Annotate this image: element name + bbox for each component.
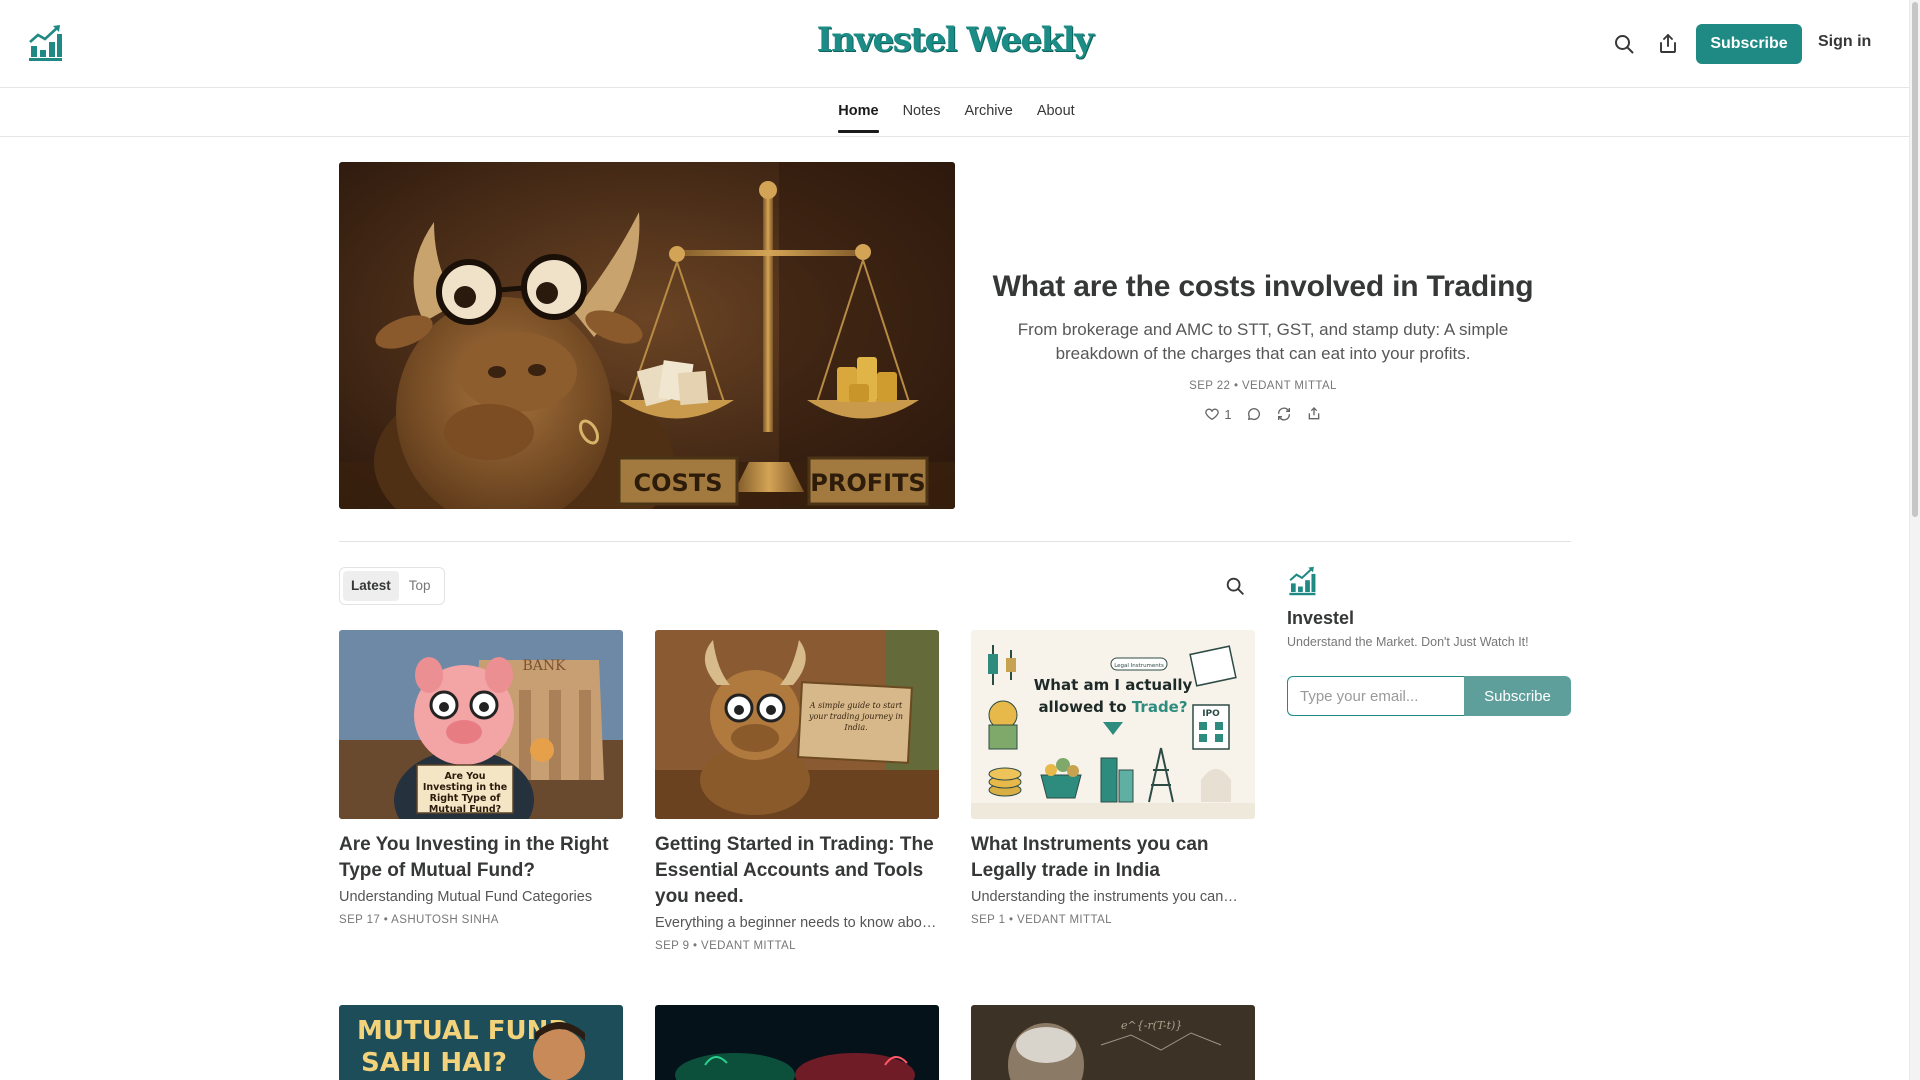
card-image-sign-text: A simple guide to start your trading jou… — [808, 701, 904, 732]
post-card[interactable]: A simple guide to start your trading jou… — [655, 630, 939, 952]
hero-post-actions: 1 — [990, 406, 1536, 422]
post-thumbnail[interactable]: Legal Instruments What am I actually all… — [971, 630, 1255, 819]
publication-name[interactable]: Investel — [1287, 608, 1354, 629]
card-image-heading-1: What am I actually — [1034, 676, 1193, 694]
sign-in-link[interactable]: Sign in — [1818, 33, 1871, 51]
like-count: 1 — [1224, 406, 1232, 422]
card-image-ipo: IPO — [1202, 709, 1220, 719]
page-scrollbar[interactable] — [1909, 0, 1920, 1080]
hero-post-image[interactable]: COSTS PROFITS — [339, 162, 955, 509]
post-meta[interactable]: SEP 1 • VEDANT MITTAL — [971, 914, 1255, 926]
tab-home[interactable]: Home — [838, 103, 879, 133]
feed-search-icon[interactable] — [1224, 575, 1246, 597]
post-subtitle[interactable]: Everything a beginner needs to know abo… — [655, 915, 939, 931]
heart-icon — [1205, 408, 1220, 420]
comment-icon[interactable] — [1246, 406, 1262, 422]
post-thumbnail[interactable]: e^{-r(T-t)} — [971, 1005, 1255, 1080]
hero-image-profits-label: PROFITS — [810, 469, 925, 497]
post-card[interactable]: BANK Are You Investing in the Right Type o… — [339, 630, 623, 926]
feed-sort-toggle: Latest Top — [339, 567, 445, 605]
tab-about[interactable]: About — [1037, 103, 1075, 133]
restack-icon[interactable] — [1276, 406, 1292, 422]
scrollbar-thumb[interactable] — [1912, 2, 1918, 517]
post-meta[interactable]: SEP 17 • ASHUTOSH SINHA — [339, 914, 623, 926]
tab-latest[interactable]: Latest — [343, 571, 399, 601]
post-thumbnail[interactable]: MUTUAL FUND SAHI HAI? — [339, 1005, 623, 1080]
publication-tagline: Understand the Market. Don't Just Watch … — [1287, 635, 1529, 649]
subscribe-form: Subscribe — [1287, 676, 1571, 716]
hero-post-meta[interactable]: SEP 22 • VEDANT MITTAL — [990, 380, 1536, 392]
post-thumbnail[interactable] — [655, 1005, 939, 1080]
post-thumbnail[interactable]: BANK Are You Investing in the Right Type o… — [339, 630, 623, 819]
email-field[interactable] — [1287, 676, 1464, 716]
hero-post-title[interactable]: What are the costs involved in Trading — [990, 270, 1536, 304]
bank-sign-text: BANK — [522, 658, 566, 674]
search-icon[interactable] — [1612, 32, 1636, 56]
section-divider — [339, 541, 1571, 542]
card-image-pill: Legal Instruments — [1114, 663, 1164, 669]
post-title[interactable]: What Instruments you can Legally trade i… — [971, 832, 1255, 884]
post-subtitle[interactable]: Understanding Mutual Fund Categories — [339, 889, 623, 905]
post-title[interactable]: Are You Investing in the Right Type of M… — [339, 832, 623, 884]
hero-image-costs-label: COSTS — [634, 469, 723, 497]
nav-bar: Home Notes Archive About — [0, 88, 1909, 137]
subscribe-button[interactable]: Subscribe — [1696, 24, 1802, 64]
post-meta[interactable]: SEP 9 • VEDANT MITTAL — [655, 940, 939, 952]
tab-notes[interactable]: Notes — [903, 103, 941, 133]
tab-top[interactable]: Top — [401, 571, 439, 601]
card-image-heading-2: allowed to Trade? — [1038, 698, 1187, 716]
tab-archive[interactable]: Archive — [964, 103, 1012, 133]
post-title[interactable]: Getting Started in Trading: The Essentia… — [655, 832, 939, 910]
like-button[interactable]: 1 — [1204, 406, 1232, 422]
hero-post-subtitle[interactable]: From brokerage and AMC to STT, GST, and … — [990, 318, 1536, 366]
post-subtitle[interactable]: Understanding the instruments you can… — [971, 889, 1255, 905]
publication-logo-icon[interactable] — [1287, 566, 1317, 596]
card-image-heading-2: SAHI HAI? — [361, 1048, 507, 1078]
post-share-icon[interactable] — [1306, 406, 1322, 422]
post-card[interactable]: Legal Instruments What am I actually all… — [971, 630, 1255, 926]
card-image-chalk-formula: e^{-r(T-t)} — [1121, 1019, 1182, 1032]
sidebar-subscribe-button[interactable]: Subscribe — [1464, 676, 1571, 716]
top-header: Investel Weekly Subscribe Sign in — [0, 0, 1909, 88]
hero-post: What are the costs involved in Trading F… — [990, 270, 1536, 422]
post-thumbnail[interactable]: A simple guide to start your trading jou… — [655, 630, 939, 819]
share-icon[interactable] — [1656, 32, 1680, 56]
